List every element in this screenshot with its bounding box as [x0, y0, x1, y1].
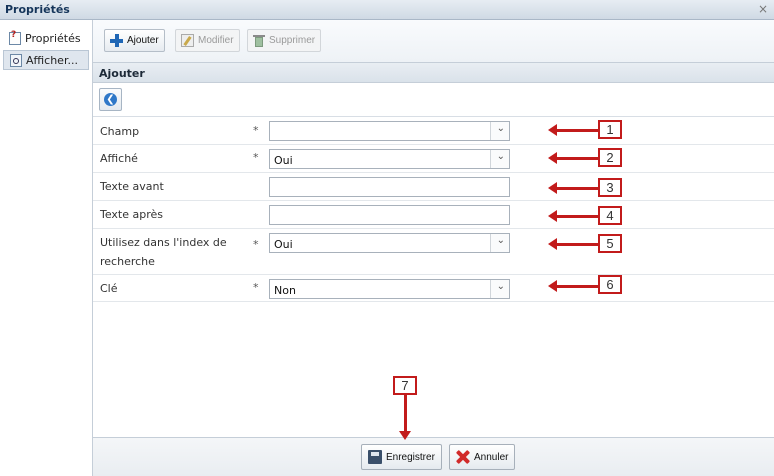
add-button[interactable]: Ajouter: [104, 29, 165, 52]
back-bar: ❮: [93, 83, 774, 117]
save-icon: [368, 450, 382, 464]
edit-icon: [181, 34, 194, 47]
annotation-arrow: [548, 280, 598, 292]
annotation-callout-6: 6: [598, 275, 622, 294]
back-button[interactable]: ❮: [99, 88, 122, 111]
footer-bar: Enregistrer Annuler: [93, 437, 774, 476]
annotation-callout-7: 7: [393, 376, 417, 395]
plus-icon: [110, 34, 123, 47]
cancel-button-label: Annuler: [474, 451, 509, 463]
form-row-texte-avant: Texte avant: [93, 173, 774, 201]
edit-button[interactable]: Modifier: [175, 29, 240, 52]
view-icon: [10, 53, 22, 67]
form-row-texte-apres: Texte après: [93, 201, 774, 229]
champ-select[interactable]: ⌄: [269, 121, 510, 141]
index-recherche-select-value: Oui: [274, 238, 293, 251]
delete-button[interactable]: Supprimer: [247, 29, 322, 52]
annotation-callout-3: 3: [598, 178, 622, 197]
main-panel: Ajouter Modifier Supprimer Ajouter ❮ Cha…: [93, 20, 774, 476]
annotation-callout-2: 2: [598, 148, 622, 167]
affiche-select[interactable]: Oui ⌄: [269, 149, 510, 169]
cle-select-value: Non: [274, 284, 296, 297]
sidebar-item-label: Afficher...: [26, 53, 78, 67]
close-icon[interactable]: ×: [758, 2, 768, 16]
sidebar-item-proprietes[interactable]: Propriétés: [3, 28, 89, 48]
chevron-down-icon[interactable]: ⌄: [497, 123, 505, 134]
cancel-icon: [456, 450, 470, 464]
delete-button-label: Supprimer: [269, 35, 316, 46]
add-button-label: Ajouter: [127, 35, 159, 46]
required-mark: *: [253, 281, 259, 294]
section-title: Ajouter: [93, 63, 774, 83]
sidebar: Propriétés Afficher...: [0, 20, 93, 476]
texte-avant-input[interactable]: [269, 177, 510, 197]
sidebar-item-label: Propriétés: [25, 31, 81, 45]
required-mark: *: [253, 238, 259, 251]
save-button[interactable]: Enregistrer: [361, 444, 442, 470]
field-label-texte-avant: Texte avant: [100, 180, 164, 193]
texte-apres-input[interactable]: [269, 205, 510, 225]
form-row-index-recherche: Utilisez dans l'index de recherche * Oui…: [93, 229, 774, 275]
annotation-arrow: [399, 395, 411, 440]
form-row-affiche: Affiché * Oui ⌄: [93, 145, 774, 173]
annotation-arrow: [548, 124, 598, 136]
back-arrow-icon: ❮: [104, 93, 117, 106]
affiche-select-value: Oui: [274, 154, 293, 167]
form-row-champ: Champ * ⌄: [93, 118, 774, 145]
form-row-cle: Clé * Non ⌄: [93, 275, 774, 302]
toolbar: Ajouter Modifier Supprimer: [93, 20, 774, 63]
trash-icon: [253, 34, 265, 47]
properties-icon: [9, 30, 21, 45]
annotation-arrow: [548, 238, 598, 250]
cle-select[interactable]: Non ⌄: [269, 279, 510, 299]
annotation-callout-4: 4: [598, 206, 622, 225]
field-label-index-line2: recherche: [100, 255, 155, 268]
index-recherche-select[interactable]: Oui ⌄: [269, 233, 510, 253]
field-label-texte-apres: Texte après: [100, 208, 164, 221]
window-title: Propriétés: [5, 3, 70, 16]
required-mark: *: [253, 151, 259, 164]
sidebar-item-afficher[interactable]: Afficher...: [3, 50, 89, 70]
chevron-down-icon[interactable]: ⌄: [497, 281, 505, 292]
annotation-arrow: [548, 152, 598, 164]
edit-button-label: Modifier: [198, 35, 234, 46]
field-label-index-line1: Utilisez dans l'index de: [100, 236, 227, 249]
field-label-cle: Clé: [100, 282, 118, 295]
annotation-callout-1: 1: [598, 120, 622, 139]
required-mark: *: [253, 124, 259, 137]
annotation-callout-5: 5: [598, 234, 622, 253]
annotation-arrow: [548, 182, 598, 194]
chevron-down-icon[interactable]: ⌄: [497, 235, 505, 246]
save-button-label: Enregistrer: [386, 451, 435, 463]
field-label-champ: Champ: [100, 125, 140, 138]
window-title-bar: Propriétés ×: [0, 0, 774, 20]
cancel-button[interactable]: Annuler: [449, 444, 516, 470]
annotation-arrow: [548, 210, 598, 222]
chevron-down-icon[interactable]: ⌄: [497, 151, 505, 162]
field-label-affiche: Affiché: [100, 152, 138, 165]
